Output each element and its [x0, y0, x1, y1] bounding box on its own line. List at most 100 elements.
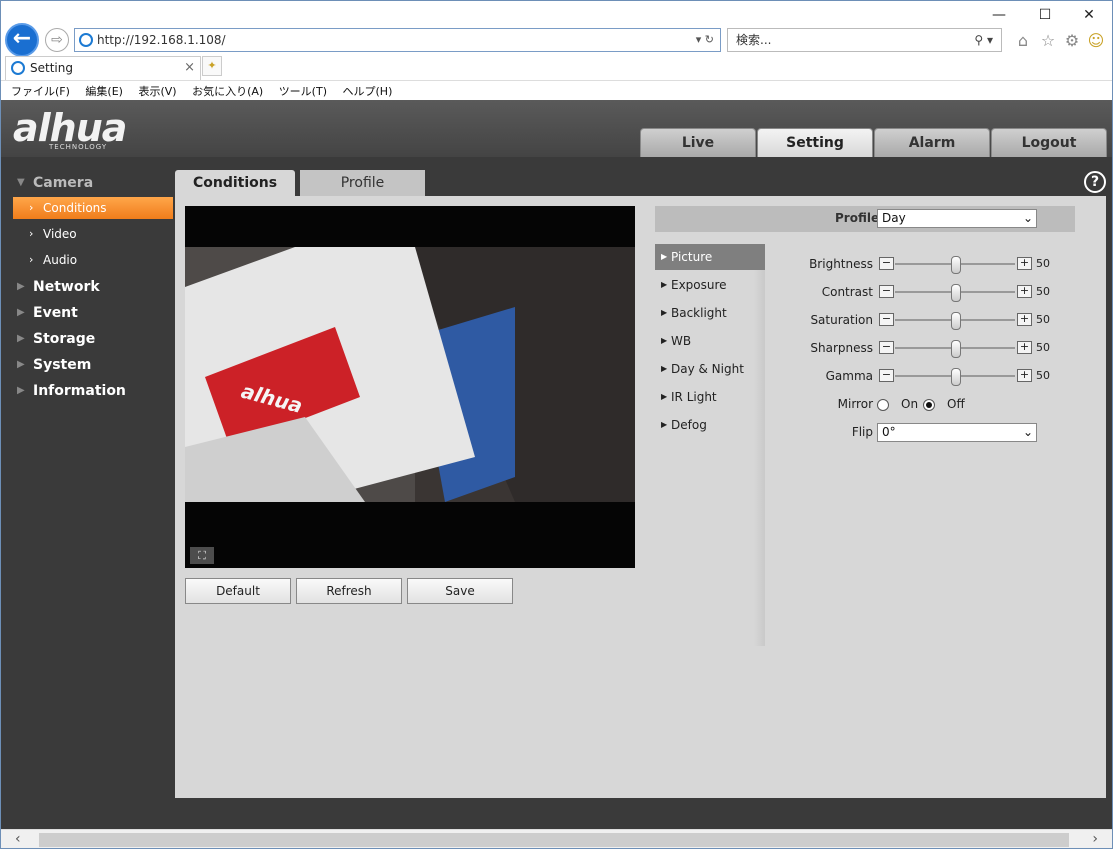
menu-file[interactable]: ファイル(F) [1, 81, 70, 99]
gamma-plus-button[interactable]: + [1017, 369, 1032, 382]
contrast-row: Contrast − + 50 [775, 282, 1075, 302]
mirror-on-label: On [901, 397, 919, 411]
submenu-label: Day & Night [671, 362, 744, 376]
contrast-slider-handle[interactable] [951, 284, 961, 302]
menu-edit[interactable]: 編集(E) [75, 81, 123, 99]
submenu-wb[interactable]: ▶ WB [655, 328, 765, 354]
tab-conditions[interactable]: Conditions [175, 170, 295, 196]
submenu-exposure[interactable]: ▶ Exposure [655, 272, 765, 298]
submenu-day-night[interactable]: ▶ Day & Night [655, 356, 765, 382]
saturation-plus-button[interactable]: + [1017, 313, 1032, 326]
maximize-icon[interactable]: ☐ [1025, 5, 1065, 25]
gamma-label: Gamma [825, 369, 873, 383]
sidebar-item-conditions[interactable]: › Conditions [13, 197, 173, 219]
sidebar-item-audio[interactable]: › Audio [13, 249, 173, 271]
favorites-icon[interactable]: ☆ [1038, 31, 1058, 50]
close-icon[interactable]: ✕ [1069, 5, 1109, 25]
search-icon[interactable]: ⚲ ▾ [974, 29, 993, 51]
profile-value: Day [882, 211, 906, 225]
nav-alarm[interactable]: Alarm [874, 128, 990, 157]
sidebar-item-system[interactable]: ▶ System [1, 353, 175, 377]
forward-button[interactable]: ⇨ [45, 28, 69, 52]
refresh-icon[interactable]: ▾ ↻ [696, 29, 714, 51]
brightness-value: 50 [1036, 257, 1050, 270]
mirror-off-radio[interactable] [923, 399, 935, 411]
horizontal-scrollbar[interactable]: ‹ › [1, 829, 1112, 848]
nav-live[interactable]: Live [640, 128, 756, 157]
sidebar-label: Storage [33, 331, 96, 347]
gamma-slider-handle[interactable] [951, 368, 961, 386]
refresh-button[interactable]: Refresh [296, 578, 402, 604]
brightness-slider-handle[interactable] [951, 256, 961, 274]
sidebar-item-video[interactable]: › Video [13, 223, 173, 245]
brightness-label: Brightness [809, 257, 873, 271]
profile-select[interactable]: Day ⌄ [877, 209, 1037, 228]
save-button[interactable]: Save [407, 578, 513, 604]
contrast-minus-button[interactable]: − [879, 285, 894, 298]
menu-help[interactable]: ヘルプ(H) [333, 81, 393, 99]
submenu-label: Defog [671, 418, 707, 432]
caret-right-icon: ▶ [661, 336, 668, 345]
sidebar-item-event[interactable]: ▶ Event [1, 301, 175, 325]
chevron-right-icon: › [29, 227, 34, 240]
scroll-right-icon[interactable]: › [1092, 831, 1098, 847]
sharpness-label: Sharpness [810, 341, 873, 355]
submenu-ir-light[interactable]: ▶ IR Light [655, 384, 765, 410]
help-icon[interactable]: ? [1084, 171, 1106, 193]
profile-label: Profile [835, 211, 880, 225]
sharpness-plus-button[interactable]: + [1017, 341, 1032, 354]
sharpness-minus-button[interactable]: − [879, 341, 894, 354]
mirror-on-radio[interactable] [877, 399, 889, 411]
sidebar-item-network[interactable]: ▶ Network [1, 275, 175, 299]
submenu-defog[interactable]: ▶ Defog [655, 412, 765, 438]
minimize-icon[interactable]: — [979, 5, 1019, 25]
submenu-label: WB [671, 334, 692, 348]
scroll-thumb[interactable] [39, 833, 1069, 847]
sidebar-item-camera[interactable]: ▼ Camera [1, 171, 175, 195]
default-button[interactable]: Default [185, 578, 291, 604]
nav-setting[interactable]: Setting [757, 128, 873, 157]
address-url: http://192.168.1.108/ [97, 33, 226, 47]
submenu-label: IR Light [671, 390, 717, 404]
menu-favorites[interactable]: お気に入り(A) [182, 81, 263, 99]
tab-title: Setting [30, 61, 73, 75]
sidebar-item-storage[interactable]: ▶ Storage [1, 327, 175, 351]
mirror-label: Mirror [837, 397, 873, 411]
settings-panel: alhua ⛶ Default Refresh Save Profile Day… [175, 196, 1106, 798]
sidebar-item-information[interactable]: ▶ Information [1, 379, 175, 403]
menu-tools[interactable]: ツール(T) [269, 81, 327, 99]
brightness-plus-button[interactable]: + [1017, 257, 1032, 270]
address-bar[interactable]: http://192.168.1.108/ ▾ ↻ [74, 28, 721, 52]
menu-view[interactable]: 表示(V) [128, 81, 176, 99]
caret-right-icon: ▶ [17, 281, 25, 292]
tab-profile-management[interactable]: Profile Management [300, 170, 425, 217]
flip-label: Flip [851, 425, 873, 439]
submenu-picture[interactable]: ▶ Picture [655, 244, 765, 270]
submenu-backlight[interactable]: ▶ Backlight [655, 300, 765, 326]
browser-tab[interactable]: Setting × [5, 56, 201, 80]
caret-right-icon: ▶ [17, 307, 25, 318]
camera-web-ui: alhua TECHNOLOGY Live Setting Alarm Logo… [1, 100, 1112, 829]
caret-right-icon: ▶ [17, 333, 25, 344]
new-tab-button[interactable]: ✦ [202, 56, 222, 76]
contrast-plus-button[interactable]: + [1017, 285, 1032, 298]
home-icon[interactable]: ⌂ [1013, 31, 1033, 50]
smiley-icon[interactable]: ☺ [1086, 31, 1106, 50]
fullscreen-icon[interactable]: ⛶ [190, 547, 214, 564]
nav-logout[interactable]: Logout [991, 128, 1107, 157]
saturation-minus-button[interactable]: − [879, 313, 894, 326]
gamma-value: 50 [1036, 369, 1050, 382]
tab-close-icon[interactable]: × [184, 57, 195, 79]
chevron-down-icon: ⌄ [1022, 425, 1033, 439]
search-input[interactable]: 検索... ⚲ ▾ [727, 28, 1002, 52]
flip-select[interactable]: 0° ⌄ [877, 423, 1037, 442]
back-button[interactable]: ← [5, 23, 39, 57]
gear-icon[interactable]: ⚙ [1062, 31, 1082, 50]
brightness-minus-button[interactable]: − [879, 257, 894, 270]
sidebar-label: Camera [33, 175, 94, 191]
gamma-minus-button[interactable]: − [879, 369, 894, 382]
submenu-label: Backlight [671, 306, 727, 320]
scroll-left-icon[interactable]: ‹ [15, 831, 21, 847]
saturation-slider-handle[interactable] [951, 312, 961, 330]
sharpness-slider-handle[interactable] [951, 340, 961, 358]
